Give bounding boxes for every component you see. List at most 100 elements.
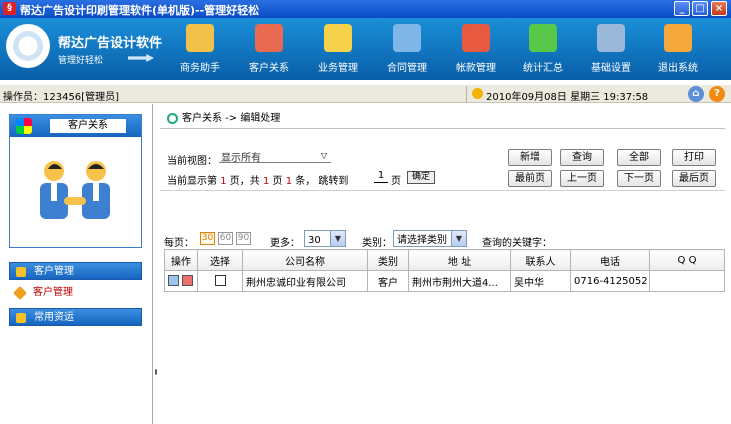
row-actions bbox=[164, 270, 198, 292]
left-sidebar: 客户关系 客户管理 客户管理 常用资运 bbox=[0, 104, 153, 424]
pager-text: 条， 跳转到 bbox=[295, 176, 349, 187]
nav-exit-system[interactable]: 退出系统 bbox=[648, 22, 708, 76]
add-button[interactable]: 新增 bbox=[508, 149, 552, 166]
nav-statistics[interactable]: 统计汇总 bbox=[513, 22, 573, 76]
jump-unit: 页 bbox=[391, 176, 401, 187]
category-label: 类别： bbox=[362, 238, 392, 249]
nav-label: 商务助手 bbox=[180, 63, 220, 74]
nav-business-assistant[interactable]: 商务助手 bbox=[170, 22, 230, 76]
customer-table: 操作 选择 公司名称 类别 地 址 联系人 电话 Q Q 荆州忠诚印业有限公司 … bbox=[164, 249, 725, 292]
page-size-90[interactable]: 90 bbox=[236, 232, 251, 245]
nav-label: 基础设置 bbox=[591, 63, 631, 74]
nav-basic-settings[interactable]: 基础设置 bbox=[581, 22, 641, 76]
gear-logo-icon bbox=[6, 24, 50, 68]
sidebar-item-customer-management-header[interactable]: 客户管理 bbox=[9, 262, 142, 280]
pager-text: 页，共 bbox=[229, 176, 260, 187]
brand-title: 帮达广告设计软件 bbox=[58, 36, 163, 51]
folder-icon bbox=[16, 313, 26, 323]
address-cell: 荆州市荆州大道4... bbox=[408, 270, 511, 292]
clock-icon bbox=[472, 88, 483, 99]
print-button[interactable]: 打印 bbox=[672, 149, 716, 166]
last-page-button[interactable]: 最后页 bbox=[672, 170, 716, 187]
divider bbox=[160, 128, 725, 129]
jump-page-input[interactable]: 1 bbox=[374, 170, 388, 183]
maximize-button[interactable]: □ bbox=[692, 1, 708, 16]
chevron-down-icon[interactable]: ▽ bbox=[321, 151, 327, 160]
category-select-value: 请选择类别 bbox=[397, 235, 447, 246]
sidebar-item-common-resources[interactable]: 常用资运 bbox=[9, 308, 142, 326]
customer-relations-panel: 客户关系 bbox=[9, 114, 142, 248]
column-header: Q Q bbox=[649, 249, 725, 271]
banner: 帮达广告设计软件 管理好轻松 商务助手 客户关系 业务管理 合同管理 帐款管理 … bbox=[0, 18, 731, 80]
more-select[interactable]: 30 ▼ bbox=[304, 230, 346, 247]
page-size-label: 每页： bbox=[164, 238, 194, 249]
arrow-icon bbox=[128, 54, 154, 62]
home-icon[interactable]: ⌂ bbox=[688, 86, 704, 102]
edit-icon[interactable] bbox=[168, 275, 179, 287]
help-icon[interactable]: ? bbox=[709, 86, 725, 102]
query-button[interactable]: 查询 bbox=[560, 149, 604, 166]
next-page-button[interactable]: 下一页 bbox=[617, 170, 661, 187]
chevron-down-icon[interactable]: ▼ bbox=[451, 231, 466, 246]
column-header: 电话 bbox=[570, 249, 650, 271]
view-select[interactable]: 显示所有 bbox=[219, 149, 331, 164]
pen-note-icon bbox=[186, 24, 214, 52]
divider bbox=[160, 190, 725, 191]
column-header: 联系人 bbox=[510, 249, 571, 271]
first-page-button[interactable]: 最前页 bbox=[508, 170, 552, 187]
total-pages: 1 bbox=[262, 176, 270, 187]
folder-icon bbox=[16, 267, 26, 277]
panel-title: 客户关系 bbox=[50, 119, 126, 133]
column-header[interactable]: 选择 bbox=[197, 249, 243, 271]
nav-business-management[interactable]: 业务管理 bbox=[308, 22, 368, 76]
operator-info: 操作员：123456[管理员] bbox=[3, 92, 119, 103]
qq-cell bbox=[649, 270, 725, 292]
current-datetime: 2010年09月08日 星期三 19:37:58 bbox=[486, 92, 649, 103]
pager-text: 当前显示第 bbox=[167, 176, 217, 187]
view-label: 当前视图： bbox=[167, 156, 217, 167]
close-button[interactable]: × bbox=[711, 1, 727, 16]
prev-page-button[interactable]: 上一页 bbox=[560, 170, 604, 187]
phone-cell: 0716-4125052 bbox=[570, 270, 650, 292]
nav-label: 客户关系 bbox=[249, 63, 289, 74]
cubes-icon bbox=[16, 118, 32, 134]
show-all-button[interactable]: 全部 bbox=[617, 149, 661, 166]
contract-icon bbox=[393, 24, 421, 52]
nav-customer-relations[interactable]: 客户关系 bbox=[239, 22, 299, 76]
more-label: 更多： bbox=[270, 238, 300, 249]
sidebar-item-customer-management[interactable]: 客户管理 bbox=[9, 284, 142, 302]
total-records: 1 bbox=[285, 176, 293, 187]
row-checkbox[interactable] bbox=[214, 275, 226, 287]
pager-info: 当前显示第 1 页，共 1 页 1 条， 跳转到 bbox=[167, 172, 348, 187]
panel-header: 客户关系 bbox=[10, 115, 141, 137]
brand-slogan: 管理好轻松 bbox=[58, 56, 104, 66]
diamond-icon bbox=[12, 285, 28, 301]
handshake-people-icon bbox=[40, 161, 110, 219]
ledger-icon bbox=[462, 24, 490, 52]
page-size-60[interactable]: 60 bbox=[218, 232, 233, 245]
sidebar-item-label: 常用资运 bbox=[34, 312, 74, 323]
window-title: 帮达广告设计印刷管理软件(单机版)--管理好轻松 bbox=[20, 4, 260, 17]
calculator-icon bbox=[597, 24, 625, 52]
minimize-button[interactable]: _ bbox=[674, 1, 690, 16]
delete-icon[interactable] bbox=[182, 275, 193, 287]
nav-label: 合同管理 bbox=[387, 63, 427, 74]
table-row[interactable]: 荆州忠诚印业有限公司 客户 荆州市荆州大道4... 吴中华 0716-41250… bbox=[164, 270, 725, 292]
nav-accounts-management[interactable]: 帐款管理 bbox=[446, 22, 506, 76]
confirm-button[interactable]: 确定 bbox=[407, 171, 435, 184]
category-select[interactable]: 请选择类别 ▼ bbox=[393, 230, 467, 247]
chevron-down-icon[interactable]: ▼ bbox=[330, 231, 345, 246]
sidebar-item-label: 客户管理 bbox=[33, 287, 73, 298]
magnifier-icon bbox=[167, 112, 178, 124]
category-cell: 客户 bbox=[367, 270, 409, 292]
status-bar: 操作员：123456[管理员] 2010年09月08日 星期三 19:37:58… bbox=[0, 85, 731, 103]
page-size-30[interactable]: 30 bbox=[200, 232, 215, 245]
column-header: 操作 bbox=[164, 249, 198, 271]
status-divider bbox=[466, 86, 467, 102]
nav-contract-management[interactable]: 合同管理 bbox=[377, 22, 437, 76]
exit-figure-icon bbox=[664, 24, 692, 52]
breadcrumb-text: 客户关系 -> 编辑处理 bbox=[182, 113, 281, 124]
company-name-cell: 荆州忠诚印业有限公司 bbox=[242, 270, 368, 292]
nav-label: 统计汇总 bbox=[523, 63, 563, 74]
keyword-label: 查询的关键字： bbox=[482, 238, 552, 249]
